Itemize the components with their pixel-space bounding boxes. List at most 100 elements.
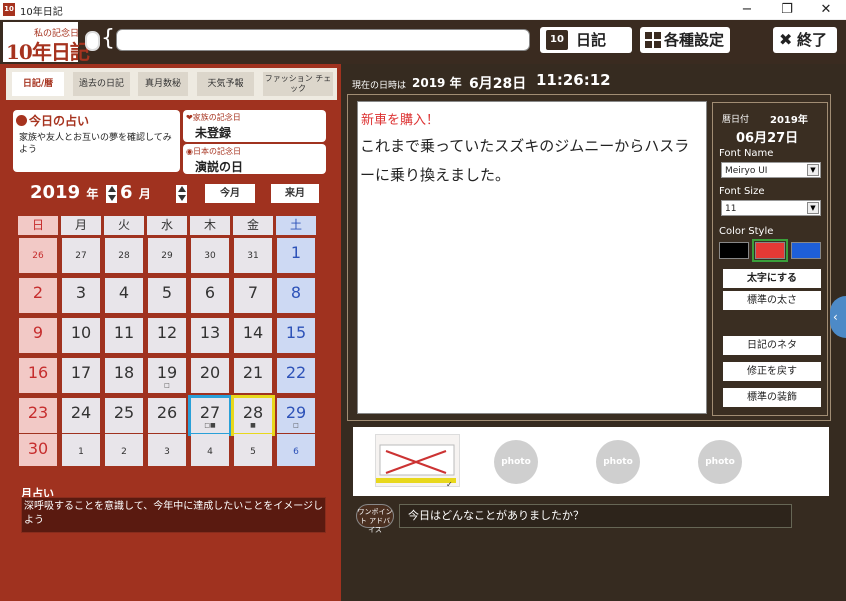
calendar-day-number: 29 xyxy=(285,403,307,422)
calendar-day-number: 5 xyxy=(250,447,256,457)
calendar-day-cell[interactable]: 1 xyxy=(277,238,315,273)
calendar-day-number: 2 xyxy=(32,283,44,302)
calendar-day-cell[interactable]: 4 xyxy=(105,278,143,313)
calendar-day-number: 11 xyxy=(113,323,135,342)
tab-past-diary[interactable]: 過去の日記 xyxy=(73,72,130,96)
calendar-day-cell[interactable]: 29 xyxy=(148,238,186,273)
calendar-day-cell[interactable]: 3 xyxy=(62,278,100,313)
photo-placeholder-1[interactable]: photo xyxy=(494,440,538,484)
side-tab-toggle[interactable]: ‹ xyxy=(830,296,846,338)
diary-button[interactable]: 10 日記 xyxy=(540,27,632,53)
calendar-day-cell[interactable]: 20 xyxy=(191,358,229,393)
calendar-day-cell[interactable]: 4 xyxy=(191,434,229,466)
font-name-select[interactable]: Meiryo UI ▼ xyxy=(721,162,821,178)
calendar-day-cell[interactable]: 7 xyxy=(234,278,272,313)
calendar-day-number: 2 xyxy=(121,447,127,457)
weekday-header: 水 xyxy=(147,216,187,235)
app-icon: 10 xyxy=(3,3,15,16)
month-spinner[interactable] xyxy=(176,185,187,203)
calendar-day-number: 1 xyxy=(290,243,302,262)
calendar-day-cell[interactable]: 5 xyxy=(148,278,186,313)
calendar-day-cell[interactable]: 15 xyxy=(277,318,315,353)
calendar-day-cell[interactable]: 21 xyxy=(234,358,272,393)
calendar-day-cell[interactable]: 9 xyxy=(19,318,57,353)
calendar-day-number: 3 xyxy=(75,283,87,302)
title-bar xyxy=(0,0,846,20)
exit-button[interactable]: ✖ 終了 xyxy=(773,27,837,53)
calendar-day-today[interactable]: 28 ■ xyxy=(231,395,275,436)
calendar-day-cell[interactable]: 31 xyxy=(234,238,272,273)
calendar-day-cell[interactable]: 25 xyxy=(105,398,143,433)
normal-weight-button[interactable]: 標準の太さ xyxy=(723,291,821,310)
calendar-day-cell[interactable]: 14 xyxy=(234,318,272,353)
font-size-select[interactable]: 11 ▼ xyxy=(721,200,821,216)
calendar-day-cell[interactable]: 26 xyxy=(19,238,57,273)
entry-title[interactable]: 新車を購入！ xyxy=(361,109,439,128)
mouse-icon xyxy=(85,31,100,51)
settings-button[interactable]: 各種設定 xyxy=(640,27,730,53)
calendar-day-cell[interactable]: 13 xyxy=(191,318,229,353)
photo-placeholder-2[interactable]: photo xyxy=(596,440,640,484)
next-month-button[interactable]: 来月 xyxy=(271,184,319,203)
entry-body[interactable]: これまで乗っていたスズキのジムニーからハスラーに乗り換えました。 xyxy=(360,132,703,190)
up-arrow-icon xyxy=(107,186,116,192)
diary-ideas-button[interactable]: 日記のネタ xyxy=(723,336,821,355)
sketch-thumbnail: ✓ xyxy=(376,444,456,489)
tab-weather[interactable]: 天気予報 xyxy=(197,72,254,96)
calendar-day-cell[interactable]: 30 xyxy=(191,238,229,273)
calendar-day-cell[interactable]: 17 xyxy=(62,358,100,393)
calendar-day-number: 24 xyxy=(70,403,92,422)
calendar-day-cell[interactable]: 19 □ xyxy=(148,358,186,393)
color-swatch-red[interactable] xyxy=(755,242,785,259)
calendar-day-cell[interactable]: 1 xyxy=(62,434,100,466)
tab-numerology[interactable]: 真月数秘 xyxy=(138,72,188,96)
calendar-day-cell[interactable]: 29 □ xyxy=(277,398,315,433)
tab-fashion-check[interactable]: ファッション チェック xyxy=(263,72,333,96)
calendar-day-cell[interactable]: 2 xyxy=(105,434,143,466)
this-month-button[interactable]: 今月 xyxy=(205,184,255,203)
calendar-day-cell[interactable]: 18 xyxy=(105,358,143,393)
year-spinner[interactable] xyxy=(106,185,117,203)
maximize-button[interactable]: ❐ xyxy=(767,0,807,20)
default-style-button[interactable]: 標準の装飾 xyxy=(723,388,821,407)
calendar-day-cell[interactable]: 2 xyxy=(19,278,57,313)
tab-diary-calendar[interactable]: 日記/暦 xyxy=(12,72,64,96)
calendar-day-cell[interactable]: 11 xyxy=(105,318,143,353)
calendar-day-cell[interactable]: 16 xyxy=(19,358,57,393)
calendar-day-cell[interactable]: 8 xyxy=(277,278,315,313)
calendar-day-number: 28 xyxy=(118,251,130,261)
calendar-day-cell[interactable]: 10 xyxy=(62,318,100,353)
entry-mark-icon: ■ xyxy=(250,422,256,429)
close-button[interactable]: ✕ xyxy=(806,0,846,20)
datetime-year: 2019 年 xyxy=(412,76,462,90)
calendar-day-number: 20 xyxy=(199,363,221,382)
close-x-icon: ✖ xyxy=(779,30,793,49)
photo-thumbnail[interactable]: ✓ xyxy=(375,434,460,489)
calendar-day-cell[interactable]: 26 xyxy=(148,398,186,433)
calendar-day-number: 15 xyxy=(285,323,307,342)
calendar-day-number: 19 xyxy=(156,363,178,382)
bold-button[interactable]: 太字にする xyxy=(723,269,821,288)
calendar-day-cell[interactable]: 24 xyxy=(62,398,100,433)
up-arrow-icon xyxy=(177,186,186,192)
calendar-day-selected[interactable]: 27 □■ xyxy=(188,395,232,436)
photo-placeholder-3[interactable]: photo xyxy=(698,440,742,484)
calendar-day-cell[interactable]: 6 xyxy=(191,278,229,313)
calendar-day-number: 26 xyxy=(32,251,44,261)
datetime-time: 11:26:12 xyxy=(536,71,611,89)
calendar-day-cell[interactable]: 12 xyxy=(148,318,186,353)
calendar-day-cell[interactable]: 30 xyxy=(19,434,57,466)
calendar-day-number: 5 xyxy=(161,283,173,302)
calendar-day-cell[interactable]: 22 xyxy=(277,358,315,393)
calendar-day-number: 23 xyxy=(27,403,49,422)
minimize-button[interactable]: − xyxy=(727,0,767,20)
calendar-day-cell[interactable]: 3 xyxy=(148,434,186,466)
calendar-day-cell[interactable]: 5 xyxy=(234,434,272,466)
calendar-day-cell[interactable]: 23 xyxy=(19,398,57,433)
calendar-day-cell[interactable]: 6 xyxy=(277,434,315,466)
calendar-day-cell[interactable]: 28 xyxy=(105,238,143,273)
calendar-day-cell[interactable]: 27 xyxy=(62,238,100,273)
color-swatch-blue[interactable] xyxy=(791,242,821,259)
color-swatch-black[interactable] xyxy=(719,242,749,259)
undo-button[interactable]: 修正を戻す xyxy=(723,362,821,381)
